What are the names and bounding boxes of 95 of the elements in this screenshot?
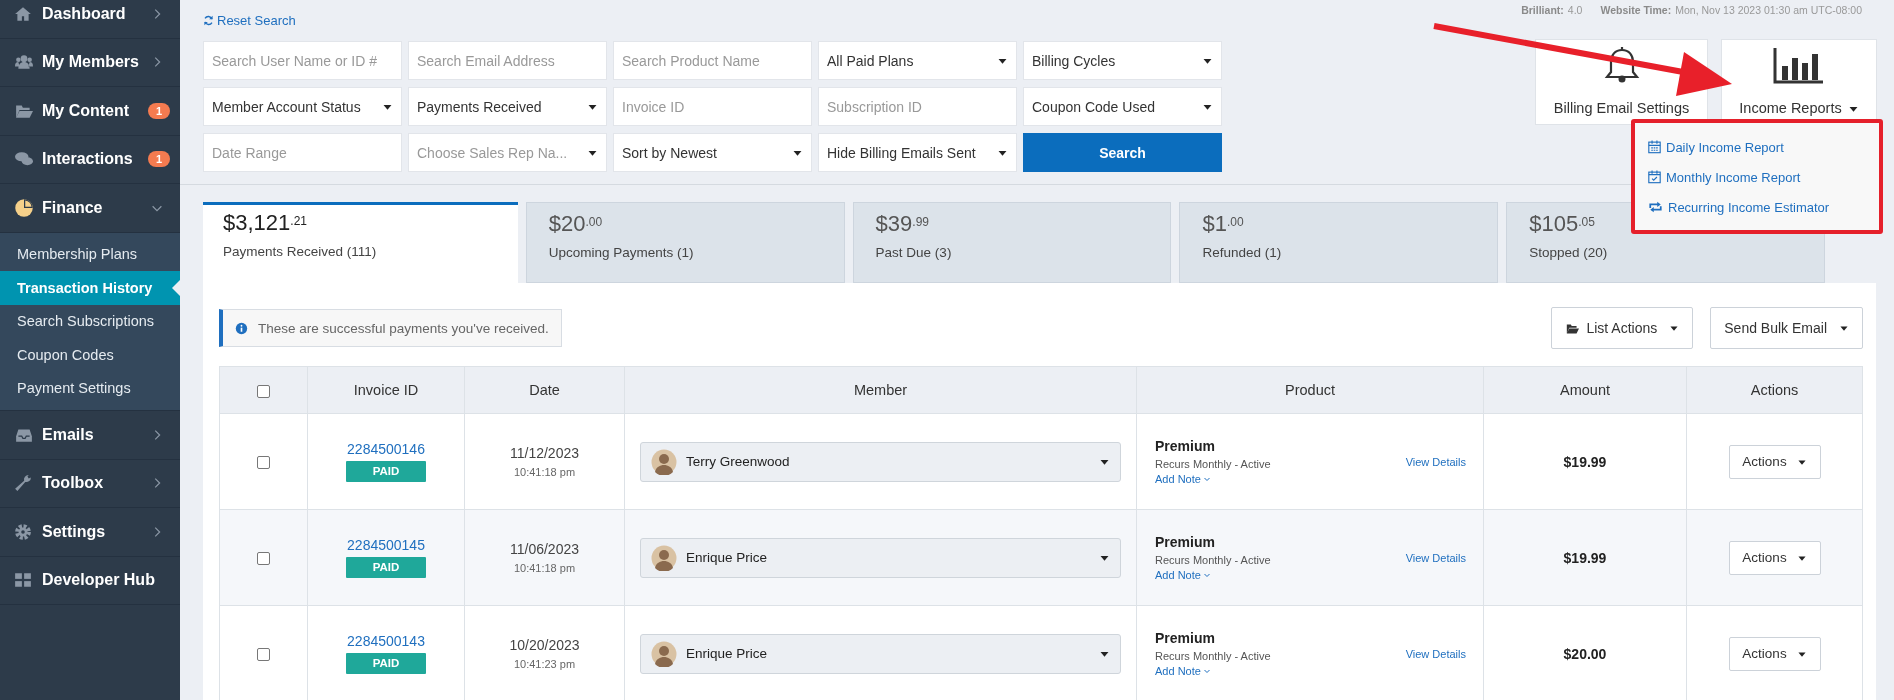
sidebar-item[interactable]: Finance: [0, 184, 180, 233]
time-label: Website Time:: [1600, 4, 1672, 18]
date-text: 10/20/2023: [509, 637, 580, 653]
column-header: Member: [624, 366, 1137, 414]
checkbox[interactable]: [257, 456, 270, 470]
reset-search-link[interactable]: Reset Search: [203, 13, 296, 28]
plan-status: Recurs Monthly - Active: [1155, 458, 1271, 470]
add-note-link[interactable]: Add Note: [1155, 665, 1271, 677]
date-text: 11/12/2023: [510, 445, 579, 461]
avatar-icon: [651, 640, 677, 667]
bar-chart-icon: [1773, 46, 1825, 84]
dropdown-field[interactable]: Payments Received: [408, 87, 607, 126]
member-dropdown[interactable]: Terry Greenwood: [640, 441, 1121, 482]
submenu-item[interactable]: Search Subscriptions: [0, 304, 180, 338]
sidebar-item[interactable]: Emails: [0, 411, 180, 460]
product-name: Premium: [1155, 534, 1216, 550]
status-badge: PAID: [346, 557, 426, 578]
repeat-icon: [1648, 200, 1663, 214]
member-dropdown[interactable]: Enrique Price: [640, 633, 1121, 674]
chevron-down-icon: [1202, 667, 1211, 675]
column-header: Invoice ID: [307, 366, 465, 414]
amount-text: $20.00: [1563, 645, 1607, 662]
submenu-item[interactable]: Membership Plans: [0, 237, 180, 271]
users-icon: [14, 53, 34, 72]
view-details-link[interactable]: View Details: [1405, 647, 1466, 660]
column-header: Product: [1136, 366, 1484, 414]
time-text: 10:41:18 pm: [512, 466, 577, 478]
folder-icon: [1565, 321, 1581, 335]
column-header: Actions: [1686, 366, 1863, 414]
dropdown-field[interactable]: Sort by Newest: [613, 133, 812, 172]
amount-text: $19.99: [1563, 549, 1607, 566]
chevron-down-icon: [1202, 475, 1211, 483]
dropdown-field[interactable]: Billing Cycles: [1023, 41, 1222, 80]
column-header: Date: [464, 366, 625, 414]
send-bulk-email-button[interactable]: Send Bulk Email: [1710, 307, 1863, 349]
dropdown-field[interactable]: Member Account Status: [203, 87, 402, 126]
time-value: Mon, Nov 13 2023 01:30 am UTC-08:00: [1675, 4, 1862, 18]
checkbox[interactable]: [257, 384, 270, 398]
date-text: 11/06/2023: [510, 541, 579, 557]
amount-text: $19.99: [1563, 453, 1607, 470]
dropdown-field[interactable]: Hide Billing Emails Sent: [818, 133, 1017, 172]
invoice-link[interactable]: 2284500146: [347, 441, 425, 457]
submenu-item[interactable]: Transaction History: [0, 271, 180, 305]
time-text: 10:41:18 pm: [512, 562, 577, 574]
actions-button[interactable]: Actions: [1728, 636, 1821, 671]
count-badge: 1: [147, 151, 170, 168]
gear-icon: [14, 522, 32, 541]
dropdown-field[interactable]: Coupon Code Used: [1023, 87, 1222, 126]
view-details-link[interactable]: View Details: [1405, 455, 1466, 468]
column-header: Amount: [1483, 366, 1687, 414]
menu-item[interactable]: Daily Income Report: [1648, 132, 1879, 162]
list-actions-button[interactable]: List Actions: [1551, 307, 1694, 349]
grid-icon: [14, 571, 32, 590]
invoice-link[interactable]: 2284500145: [347, 537, 425, 553]
actions-button[interactable]: Actions: [1728, 444, 1821, 479]
dropdown-field[interactable]: All Paid Plans: [818, 41, 1017, 80]
status-badge: PAID: [346, 653, 426, 674]
plan-status: Recurs Monthly - Active: [1155, 650, 1271, 662]
refresh-icon: [203, 15, 214, 26]
view-details-link[interactable]: View Details: [1405, 551, 1466, 564]
info-icon: [235, 321, 248, 335]
sidebar-item[interactable]: My Members: [0, 38, 180, 87]
sidebar-item[interactable]: Dashboard: [0, 0, 180, 39]
version-value: 4.0: [1567, 4, 1583, 18]
sidebar-item[interactable]: Developer Hub: [0, 556, 180, 605]
calendar-check-icon: [1648, 170, 1661, 184]
version-label: Brilliant:: [1521, 4, 1564, 18]
avatar-icon: [651, 544, 677, 571]
count-badge: 1: [147, 102, 170, 119]
submenu-item[interactable]: Payment Settings: [0, 371, 180, 405]
checkbox[interactable]: [257, 552, 270, 566]
status-badge: PAID: [346, 461, 426, 482]
checkbox[interactable]: [257, 648, 270, 662]
add-note-link[interactable]: Add Note: [1155, 473, 1271, 485]
product-name: Premium: [1155, 438, 1216, 454]
search-button[interactable]: Search: [1023, 133, 1222, 172]
avatar-icon: [651, 448, 677, 475]
add-note-link[interactable]: Add Note: [1155, 569, 1271, 581]
menu-item[interactable]: Monthly Income Report: [1648, 162, 1879, 192]
info-message: These are successful payments you've received.: [219, 309, 562, 347]
sidebar-item[interactable]: Toolbox: [0, 459, 180, 508]
product-name: Premium: [1155, 630, 1216, 646]
chevron-down-icon: [1202, 571, 1211, 579]
invoice-link[interactable]: 2284500143: [347, 633, 425, 649]
plan-status: Recurs Monthly - Active: [1155, 554, 1271, 566]
pie-chart-icon: [14, 197, 34, 218]
actions-button[interactable]: Actions: [1728, 540, 1821, 575]
submenu-item[interactable]: Coupon Codes: [0, 338, 180, 372]
time-text: 10:41:23 pm: [512, 658, 577, 670]
member-dropdown[interactable]: Enrique Price: [640, 537, 1121, 578]
wrench-icon: [14, 474, 32, 493]
sidebar-item[interactable]: Interactions 1: [0, 135, 180, 184]
sidebar-item[interactable]: Settings: [0, 508, 180, 557]
sidebar-item[interactable]: My Content 1: [0, 87, 180, 136]
calendar-icon: [1648, 140, 1661, 154]
